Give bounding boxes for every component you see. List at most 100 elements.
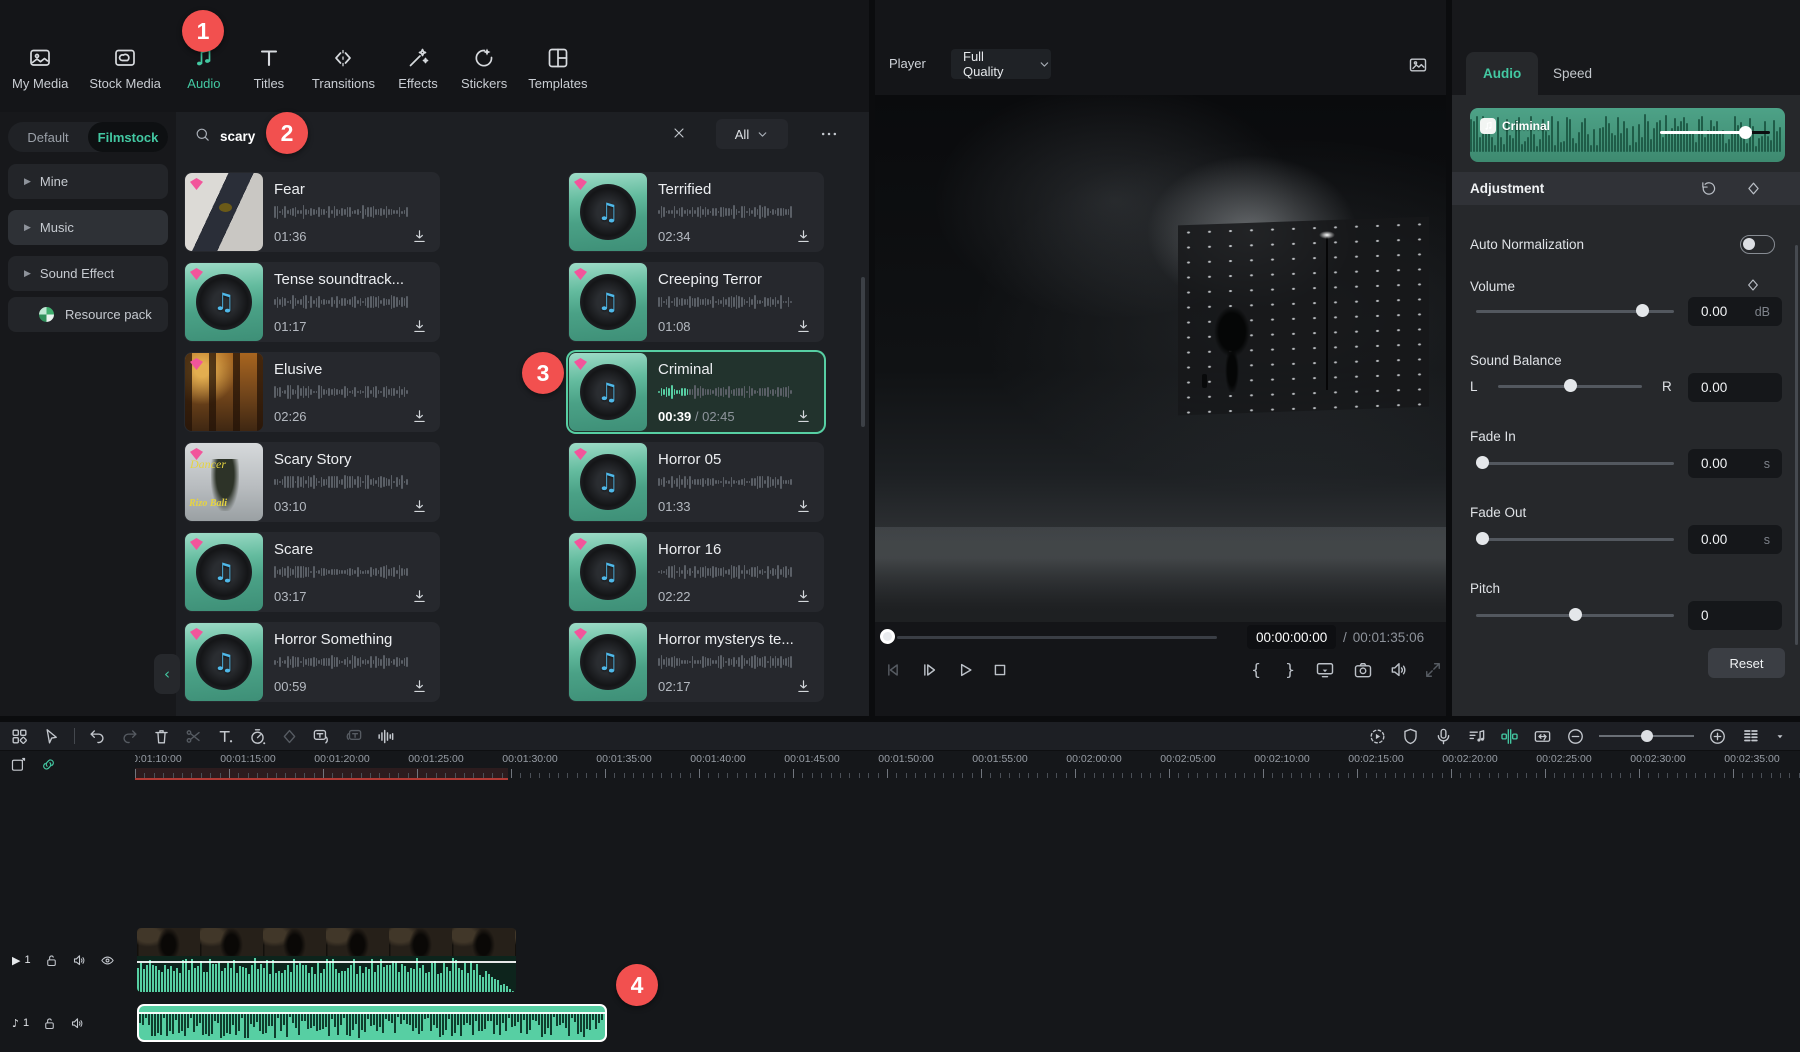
audio-sync-icon[interactable] bbox=[1467, 727, 1486, 746]
fullscreen-icon[interactable] bbox=[1423, 660, 1443, 680]
volume-keyframe-icon[interactable] bbox=[1745, 277, 1761, 293]
download-icon[interactable] bbox=[411, 408, 428, 425]
audio-item-fear[interactable]: Fear 01:36 bbox=[184, 172, 440, 252]
snap-icon[interactable] bbox=[1500, 727, 1519, 746]
audio-denoise-icon[interactable] bbox=[376, 727, 395, 746]
fit-timeline-icon[interactable] bbox=[1533, 727, 1552, 746]
tab-titles[interactable]: Titles bbox=[247, 46, 291, 91]
picture-icon[interactable] bbox=[1408, 55, 1428, 75]
audio-item-scary-story[interactable]: DancerRizo Bali Scary Story 03:10 bbox=[184, 442, 440, 522]
speech-to-text-icon[interactable] bbox=[312, 727, 331, 746]
lock-track-icon[interactable] bbox=[42, 1016, 57, 1031]
download-icon[interactable] bbox=[411, 498, 428, 515]
mark-in-icon[interactable]: { bbox=[1251, 660, 1261, 679]
selected-clip-bar[interactable]: Criminal bbox=[1470, 108, 1785, 162]
collapse-sidebar-button[interactable]: ‹ bbox=[154, 654, 180, 694]
tab-effects[interactable]: Effects bbox=[396, 46, 440, 91]
keyframe-tool-icon[interactable] bbox=[280, 727, 299, 746]
pitch-value-box[interactable]: 0 bbox=[1688, 601, 1782, 630]
clip-volume-slider[interactable] bbox=[1660, 131, 1770, 134]
volume-value-box[interactable]: 0.00dB bbox=[1688, 297, 1782, 326]
properties-scrollbar[interactable] bbox=[1795, 245, 1798, 645]
tab-audio[interactable]: Audio bbox=[182, 46, 226, 91]
quality-dropdown[interactable]: Full Quality bbox=[951, 49, 1051, 79]
audio-item-horror-mysterys-te[interactable]: ♫ Horror mysterys te... 02:17 bbox=[568, 622, 824, 702]
next-frame-icon[interactable] bbox=[919, 660, 939, 680]
clip-volume-line[interactable] bbox=[139, 1012, 605, 1014]
volume-slider[interactable] bbox=[1476, 304, 1674, 318]
reset-button[interactable]: Reset bbox=[1708, 648, 1785, 678]
download-icon[interactable] bbox=[795, 588, 812, 605]
clear-search-icon[interactable] bbox=[671, 125, 687, 141]
keyframe-icon[interactable] bbox=[1745, 180, 1762, 197]
tab-stock-media[interactable]: Stock Media bbox=[89, 46, 161, 91]
download-icon[interactable] bbox=[795, 408, 812, 425]
mask-icon[interactable] bbox=[1401, 727, 1420, 746]
pitch-slider[interactable] bbox=[1476, 608, 1674, 622]
fade-in-value-box[interactable]: 0.00s bbox=[1688, 449, 1782, 478]
snapshot-camera-icon[interactable] bbox=[1353, 660, 1373, 680]
previous-frame-icon[interactable] bbox=[883, 660, 903, 680]
track-manager-icon[interactable] bbox=[1741, 727, 1760, 746]
sound-balance-value-box[interactable]: 0.00 bbox=[1688, 373, 1782, 402]
select-tool-icon[interactable] bbox=[42, 727, 61, 746]
download-icon[interactable] bbox=[795, 498, 812, 515]
hide-track-icon[interactable] bbox=[100, 953, 115, 968]
reset-adjustment-icon[interactable] bbox=[1700, 180, 1717, 197]
caret-down-icon[interactable] bbox=[1774, 727, 1786, 746]
audio-clip-selected[interactable] bbox=[137, 1004, 607, 1042]
stop-icon[interactable] bbox=[990, 660, 1010, 680]
redo-icon[interactable] bbox=[120, 727, 139, 746]
tab-templates[interactable]: Templates bbox=[528, 46, 587, 91]
audio-item-horror-something[interactable]: ♫ Horror Something 00:59 bbox=[184, 622, 440, 702]
volume-icon[interactable] bbox=[1389, 660, 1409, 680]
audio-item-horror-05[interactable]: ♫ Horror 05 01:33 bbox=[568, 442, 824, 522]
tab-my-media[interactable]: My Media bbox=[12, 46, 68, 91]
voiceover-icon[interactable] bbox=[1434, 727, 1453, 746]
zoom-in-icon[interactable] bbox=[1708, 727, 1727, 746]
seek-bar[interactable] bbox=[897, 636, 1217, 639]
sound-balance-slider[interactable] bbox=[1498, 379, 1642, 393]
audio-item-scare[interactable]: ♫ Scare 03:17 bbox=[184, 532, 440, 612]
download-icon[interactable] bbox=[795, 678, 812, 695]
audio-item-horror-16[interactable]: ♫ Horror 16 02:22 bbox=[568, 532, 824, 612]
tab-stickers[interactable]: Stickers bbox=[461, 46, 507, 91]
render-preview-icon[interactable] bbox=[1368, 727, 1387, 746]
mute-track-icon[interactable] bbox=[72, 953, 87, 968]
tab-transitions[interactable]: Transitions bbox=[312, 46, 375, 91]
tab-speed[interactable]: Speed bbox=[1536, 52, 1609, 95]
tab-audio[interactable]: Audio bbox=[1466, 52, 1538, 95]
auto-normalization-toggle[interactable] bbox=[1740, 235, 1775, 254]
fade-out-value-box[interactable]: 0.00s bbox=[1688, 525, 1782, 554]
mute-track-icon[interactable] bbox=[70, 1016, 85, 1031]
fade-out-slider[interactable] bbox=[1476, 532, 1674, 546]
download-icon[interactable] bbox=[411, 678, 428, 695]
add-text-icon[interactable] bbox=[216, 727, 235, 746]
delete-icon[interactable] bbox=[152, 727, 171, 746]
zoom-out-icon[interactable] bbox=[1566, 727, 1585, 746]
download-icon[interactable] bbox=[795, 318, 812, 335]
sidebar-item-music[interactable]: ▶Music bbox=[8, 210, 168, 245]
download-icon[interactable] bbox=[411, 318, 428, 335]
text-to-speech-icon[interactable] bbox=[344, 727, 363, 746]
audio-item-criminal[interactable]: ♫ Criminal 00:39 / 02:45 bbox=[568, 352, 824, 432]
seek-handle[interactable] bbox=[880, 629, 895, 644]
video-clip[interactable] bbox=[137, 928, 516, 992]
sidebar-item-resource-pack[interactable]: Resource pack bbox=[8, 297, 168, 332]
mark-out-icon[interactable]: } bbox=[1285, 660, 1295, 679]
download-icon[interactable] bbox=[411, 228, 428, 245]
source-tab-filmstock[interactable]: Filmstock bbox=[88, 122, 168, 152]
undo-icon[interactable] bbox=[88, 727, 107, 746]
download-icon[interactable] bbox=[411, 588, 428, 605]
timeline-zoom-slider[interactable] bbox=[1599, 729, 1694, 743]
audio-item-tense-soundtrack[interactable]: ♫ Tense soundtrack... 01:17 bbox=[184, 262, 440, 342]
download-icon[interactable] bbox=[795, 228, 812, 245]
speed-icon[interactable] bbox=[248, 727, 267, 746]
source-tab-default[interactable]: Default bbox=[8, 122, 88, 152]
media-browser-icon[interactable] bbox=[10, 727, 29, 746]
filter-dropdown[interactable]: All bbox=[716, 119, 788, 149]
fade-in-slider[interactable] bbox=[1476, 456, 1674, 470]
lock-track-icon[interactable] bbox=[44, 953, 59, 968]
split-scissors-icon[interactable] bbox=[184, 727, 203, 746]
play-icon[interactable] bbox=[955, 660, 975, 680]
